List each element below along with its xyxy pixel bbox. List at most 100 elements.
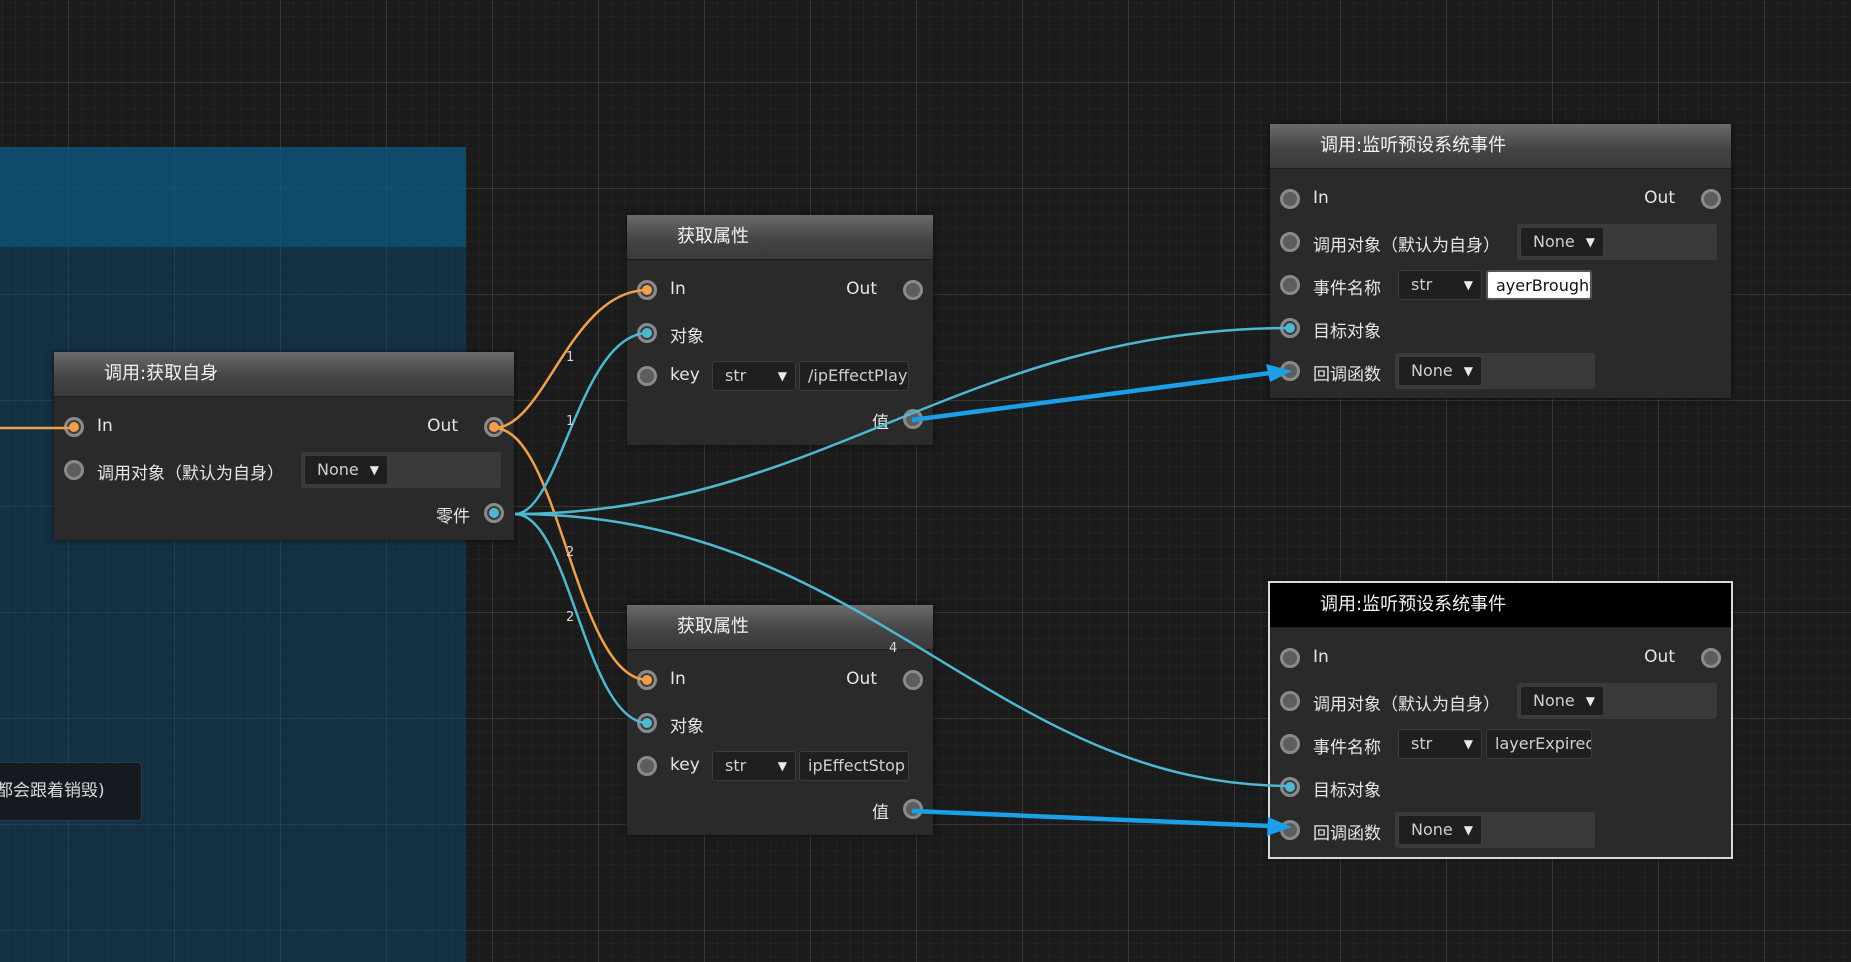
value-label: 值 [872, 413, 889, 433]
exec-in-pin[interactable] [64, 417, 84, 437]
exec-row: In Out [627, 663, 933, 697]
in-label: In [1313, 647, 1329, 667]
node-get-property-1[interactable]: 获取属性 In Out 对象 key str ▼ /ipEffectPlay 值 [627, 215, 933, 445]
key-value-field[interactable]: ipEffectStop [799, 751, 909, 781]
event-type-value: str [1411, 275, 1433, 294]
caller-dropdown[interactable]: None ▼ [1520, 227, 1604, 257]
event-name-field[interactable]: ayerBrought [1486, 270, 1592, 300]
callback-row: 回调函数 None ▼ [1270, 353, 1731, 389]
caller-row: 调用对象（默认为自身） None ▼ [1270, 224, 1731, 260]
event-name-pin[interactable] [1280, 734, 1300, 754]
node-title[interactable]: 调用:监听预设系统事件 [1270, 124, 1731, 169]
callback-dropdown[interactable]: None ▼ [1398, 356, 1482, 386]
exec-row: In Out [1270, 182, 1731, 216]
callback-wire-1 [911, 370, 1271, 423]
value-row: 值 [627, 792, 933, 826]
in-label: In [1313, 188, 1329, 208]
node-title[interactable]: 调用:监听预设系统事件 [1270, 583, 1731, 628]
callback-dropdown[interactable]: None ▼ [1398, 815, 1482, 845]
in-label: In [97, 416, 113, 436]
component-row: 零件 [54, 496, 514, 530]
exec-row: In Out [1270, 641, 1731, 675]
out-label: Out [427, 416, 458, 436]
key-type-dropdown[interactable]: str ▼ [712, 751, 796, 781]
node-title[interactable]: 获取属性 [627, 605, 933, 650]
event-name-pin[interactable] [1280, 275, 1300, 295]
node-title[interactable]: 调用:获取自身 [54, 352, 514, 397]
caller-value: None [1533, 232, 1575, 251]
exec-row: In Out [627, 273, 933, 307]
target-row: 目标对象 [1270, 770, 1731, 804]
key-value-field[interactable]: /ipEffectPlay [799, 361, 909, 391]
wire-label: 1 [566, 414, 575, 429]
event-type-value: str [1411, 734, 1433, 753]
node-listen-event-2[interactable]: 调用:监听预设系统事件 In Out 调用对象（默认为自身） None ▼ 事件名… [1268, 581, 1733, 859]
key-row: key str ▼ ipEffectStop [627, 749, 933, 783]
callback-value: None [1411, 361, 1453, 380]
key-pin[interactable] [637, 366, 657, 386]
caller-pin[interactable] [64, 460, 84, 480]
node-get-property-2[interactable]: 获取属性 In Out 对象 key str ▼ ipEffectStop 值 [627, 605, 933, 835]
caller-label: 调用对象（默认为自身） [97, 464, 284, 484]
value-out-pin[interactable] [903, 799, 923, 819]
exec-in-pin[interactable] [1280, 189, 1300, 209]
target-row: 目标对象 [1270, 311, 1731, 345]
caller-pin[interactable] [1280, 232, 1300, 252]
exec-out-pin[interactable] [1701, 648, 1721, 668]
exec-out-pin[interactable] [1701, 189, 1721, 209]
key-label: key [670, 755, 700, 775]
target-pin[interactable] [1280, 318, 1300, 338]
event-name-field[interactable]: layerExpired [1486, 729, 1592, 759]
component-out-pin[interactable] [484, 503, 504, 523]
target-pin[interactable] [1280, 777, 1300, 797]
node-title[interactable]: 获取属性 [627, 215, 933, 260]
exec-out-pin[interactable] [903, 280, 923, 300]
node-listen-event-1[interactable]: 调用:监听预设系统事件 In Out 调用对象（默认为自身） None ▼ 事件名… [1270, 124, 1731, 398]
event-name-row: 事件名称 str ▼ ayerBrought [1270, 268, 1731, 302]
exec-out-pin[interactable] [484, 417, 504, 437]
caller-dropdown[interactable]: None ▼ [1520, 686, 1604, 716]
callback-row: 回调函数 None ▼ [1270, 812, 1731, 848]
callback-value: None [1411, 820, 1453, 839]
wire-label: 2 [566, 610, 575, 625]
event-type-dropdown[interactable]: str ▼ [1398, 270, 1482, 300]
key-label: key [670, 365, 700, 385]
event-type-dropdown[interactable]: str ▼ [1398, 729, 1482, 759]
comment-box[interactable]: 都会跟着销毁) [0, 762, 142, 821]
callback-pin[interactable] [1280, 820, 1300, 840]
callback-label: 回调函数 [1313, 365, 1381, 385]
object-label: 对象 [670, 327, 704, 347]
exec-in-pin[interactable] [637, 280, 657, 300]
object-label: 对象 [670, 717, 704, 737]
callback-pin[interactable] [1280, 361, 1300, 381]
dropdown-arrow-icon: ▼ [1585, 694, 1595, 708]
exec-out-pin[interactable] [903, 670, 923, 690]
caller-row: 调用对象（默认为自身） None ▼ [1270, 683, 1731, 719]
caller-label: 调用对象（默认为自身） [1313, 695, 1500, 715]
caller-dropdown[interactable]: None ▼ [304, 455, 388, 485]
dropdown-arrow-icon: ▼ [369, 463, 379, 477]
comment-text: 都会跟着销毁) [0, 781, 105, 801]
object-pin[interactable] [637, 323, 657, 343]
target-label: 目标对象 [1313, 322, 1381, 342]
caller-pin[interactable] [1280, 691, 1300, 711]
key-type-dropdown[interactable]: str ▼ [712, 361, 796, 391]
event-name-label: 事件名称 [1313, 738, 1381, 758]
key-type-value: str [725, 366, 747, 385]
object-row: 对象 [627, 706, 933, 740]
object-row: 对象 [627, 316, 933, 350]
caller-value: None [1533, 691, 1575, 710]
out-label: Out [1644, 188, 1675, 208]
caller-label: 调用对象（默认为自身） [1313, 236, 1500, 256]
node-group-header[interactable] [0, 147, 466, 247]
caller-row: 调用对象（默认为自身） None ▼ [54, 452, 514, 488]
value-out-pin[interactable] [903, 409, 923, 429]
node-group-region[interactable] [0, 147, 466, 962]
exec-in-pin[interactable] [637, 670, 657, 690]
exec-row: In Out [54, 410, 514, 444]
exec-in-pin[interactable] [1280, 648, 1300, 668]
key-pin[interactable] [637, 756, 657, 776]
event-name-label: 事件名称 [1313, 279, 1381, 299]
object-pin[interactable] [637, 713, 657, 733]
node-get-self[interactable]: 调用:获取自身 In Out 调用对象（默认为自身） None ▼ 零件 [54, 352, 514, 540]
